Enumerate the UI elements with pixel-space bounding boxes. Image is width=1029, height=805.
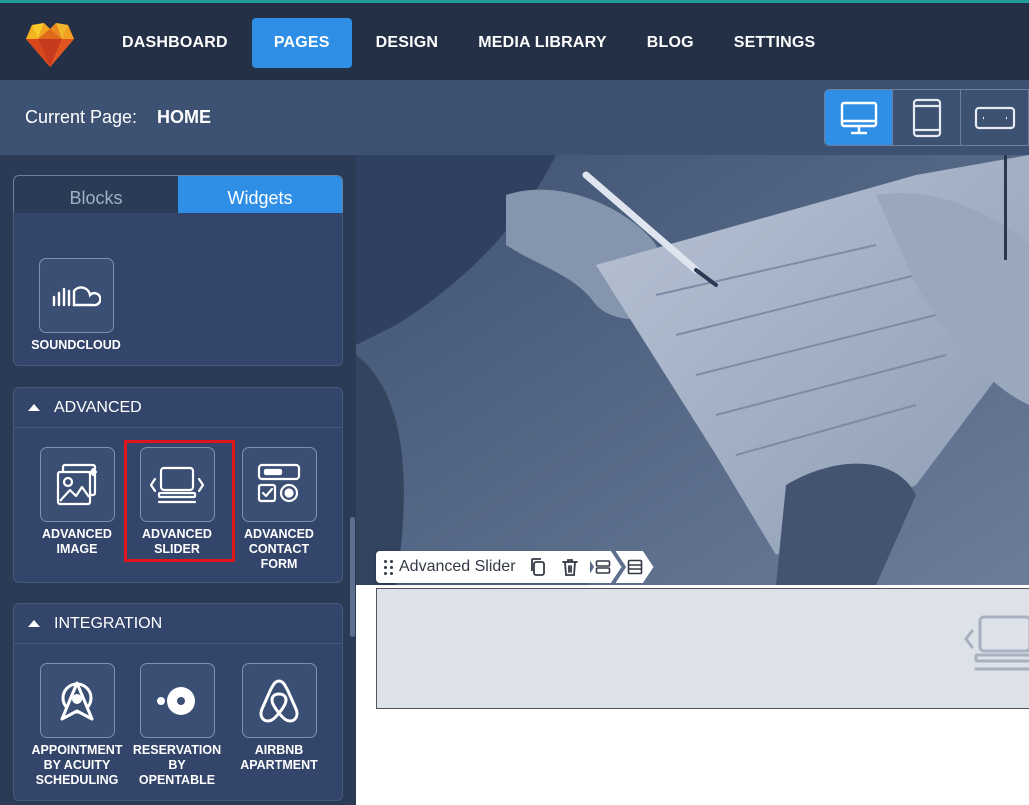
widget-label: SOUNDCLOUD: [31, 338, 121, 352]
opentable-widget-box: [139, 663, 215, 738]
trash-icon[interactable]: [560, 557, 580, 577]
widgets-sidebar: Blocks Widgets SOUNDCLOUD ADVANCED ADVAN…: [0, 155, 356, 805]
contact-form-icon: [257, 463, 301, 502]
advanced-section-title: ADVANCED: [54, 398, 142, 416]
nav-media-library[interactable]: MEDIA LIBRARY: [462, 18, 623, 68]
sidebar-scrollbar[interactable]: [350, 517, 355, 637]
widget-advanced-image[interactable]: ADVANCED IMAGE: [32, 447, 122, 557]
current-page-label: Current Page:: [25, 107, 138, 127]
nav-pages[interactable]: PAGES: [251, 18, 352, 68]
airbnb-icon: [259, 679, 299, 722]
tablet-landscape-icon: [974, 106, 1015, 129]
hero-background-image: [356, 155, 1029, 585]
widget-label: ADVANCED IMAGE: [42, 527, 112, 556]
soundcloud-widget-box: [38, 258, 114, 333]
acuity-icon: [60, 681, 94, 720]
top-navigation-bar: DASHBOARD PAGES DESIGN MEDIA LIBRARY BLO…: [0, 3, 1029, 80]
widget-label: AIRBNB APARTMENT: [240, 743, 318, 772]
widget-toolbar-main: Advanced Slider: [376, 551, 590, 583]
advanced-slider-highlight: [124, 440, 235, 562]
acuity-widget-box: [39, 663, 115, 738]
slider-placeholder-icon: [964, 615, 1029, 671]
widget-airbnb[interactable]: AIRBNB APARTMENT: [234, 663, 324, 773]
current-page-name[interactable]: HOME: [157, 107, 211, 128]
contact-form-widget-box: [241, 447, 317, 522]
widget-toolbar: Advanced Slider: [376, 551, 654, 583]
desktop-view-button[interactable]: [825, 90, 893, 145]
collapse-arrow-icon: [28, 620, 40, 627]
page-canvas: Advanced Slider: [356, 155, 1029, 805]
widget-opentable[interactable]: RESERVATION BY OPENTABLE: [132, 663, 222, 788]
logo-icon[interactable]: [24, 17, 76, 69]
scrolled-widget-labels: [13, 240, 343, 250]
row-icon: [595, 560, 610, 574]
widget-soundcloud[interactable]: SOUNDCLOUD: [31, 258, 121, 353]
advanced-image-icon: [56, 463, 98, 505]
widget-advanced-contact-form[interactable]: ADVANCED CONTACT FORM: [234, 447, 324, 572]
widget-label: ADVANCED CONTACT FORM: [244, 527, 314, 571]
section-icon: [627, 559, 642, 575]
collapse-arrow-icon: [28, 404, 40, 411]
advanced-slider-widget[interactable]: [376, 588, 1029, 709]
opentable-icon: [157, 686, 195, 715]
nav-settings[interactable]: SETTINGS: [718, 18, 832, 68]
nav-blog[interactable]: BLOG: [631, 18, 710, 68]
widget-toolbar-title: Advanced Slider: [399, 558, 516, 575]
tablet-icon: [912, 98, 941, 137]
advanced-image-widget-box: [39, 447, 115, 522]
nav-dashboard[interactable]: DASHBOARD: [106, 18, 244, 68]
tablet-view-button[interactable]: [893, 90, 961, 145]
drag-handle-icon[interactable]: [384, 559, 393, 575]
main-nav: DASHBOARD PAGES DESIGN MEDIA LIBRARY BLO…: [106, 18, 839, 68]
integration-section-title: INTEGRATION: [54, 614, 163, 632]
widget-label: RESERVATION BY OPENTABLE: [132, 743, 222, 787]
widget-label: APPOINTMENT BY ACUITY SCHEDULING: [31, 743, 123, 787]
advanced-section-header[interactable]: ADVANCED: [14, 388, 342, 428]
soundcloud-icon: [52, 285, 101, 306]
media-widgets-panel: SOUNDCLOUD: [13, 213, 343, 366]
document-signing-photo: [356, 155, 1029, 585]
current-page-bar: Current Page: HOME: [0, 80, 1029, 155]
tablet-landscape-view-button[interactable]: [961, 90, 1029, 145]
copy-icon[interactable]: [528, 557, 548, 577]
device-switcher: [824, 89, 1029, 146]
widget-acuity-scheduling[interactable]: APPOINTMENT BY ACUITY SCHEDULING: [28, 663, 126, 788]
desktop-icon: [840, 101, 877, 134]
integration-section-header[interactable]: INTEGRATION: [14, 604, 342, 644]
airbnb-widget-box: [241, 663, 317, 738]
nav-design[interactable]: DESIGN: [360, 18, 455, 68]
integration-widgets-panel: INTEGRATION APPOINTMENT BY ACUITY SCHEDU…: [13, 603, 343, 801]
